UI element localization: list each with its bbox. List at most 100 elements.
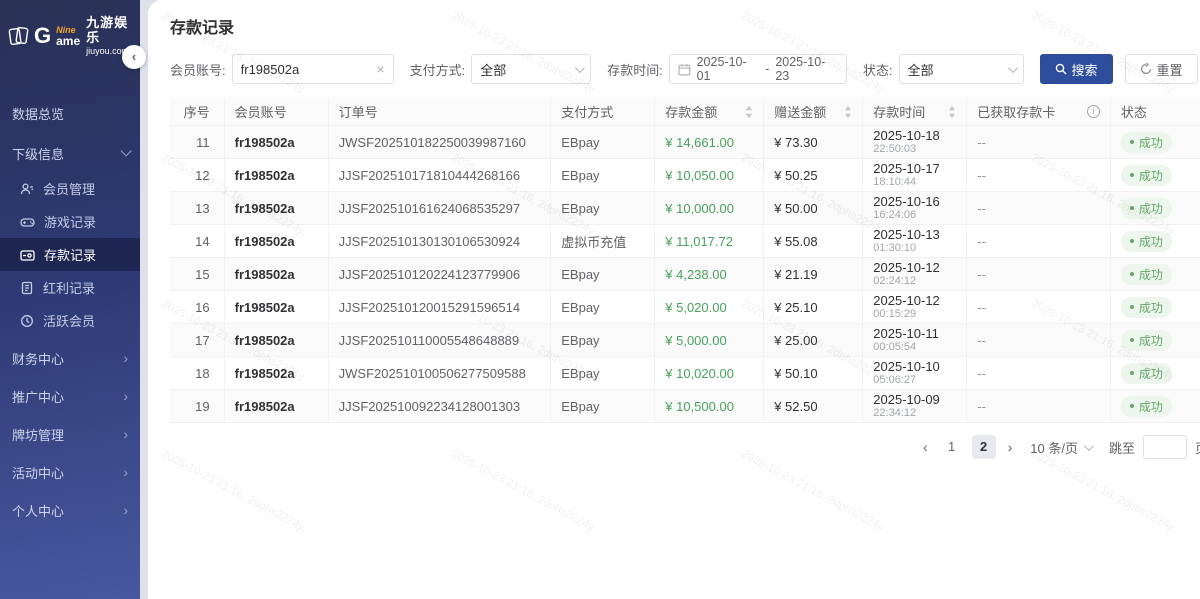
cell-seq: 11 <box>170 126 225 158</box>
cell-deposit-card: -- <box>967 159 1111 191</box>
page-button-2[interactable]: 2 <box>972 435 996 459</box>
sidebar-group-subordinate-info[interactable]: 下级信息 <box>0 134 140 172</box>
sort-icon[interactable] <box>844 106 852 118</box>
prev-page-button[interactable]: ‹ <box>919 439 932 455</box>
cards-icon <box>8 24 30 48</box>
cell-deposit-amount: ¥ 5,020.00 <box>655 291 764 323</box>
table-row[interactable]: 19 fr198502a JJSF202510092234128001303 E… <box>170 390 1200 423</box>
next-page-button[interactable]: › <box>1004 439 1017 455</box>
main-content: 存款记录 会员账号: × 支付方式: 全部 存款时间: 2025-10-01 -… <box>148 0 1200 599</box>
status-text: 成功 <box>1139 365 1163 382</box>
sort-icon[interactable] <box>948 106 956 118</box>
header-account: 会员账号 <box>225 98 329 125</box>
clear-input-icon[interactable]: × <box>372 61 384 77</box>
cell-account: fr198502a <box>225 225 329 257</box>
status-text: 成功 <box>1139 134 1163 151</box>
payment-method-select[interactable]: 全部 <box>471 54 591 84</box>
sidebar-item-paifang-management[interactable]: 牌坊管理 › <box>0 415 140 453</box>
sidebar-item-game-records[interactable]: 游戏记录 <box>0 205 140 238</box>
page-button-1[interactable]: 1 <box>940 435 964 459</box>
info-icon[interactable]: i <box>1087 105 1100 118</box>
header-deposit-amount: 存款金额 <box>655 98 764 125</box>
brand-logo: G Nine ame 九游娱乐 jiuyou.com <box>0 0 140 66</box>
sidebar-item-finance-center[interactable]: 财务中心 › <box>0 339 140 377</box>
cell-date: 2025-10-11 <box>873 326 939 342</box>
sidebar-item-member-management[interactable]: 会员管理 <box>0 172 140 205</box>
sidebar-collapse-button[interactable]: ‹ <box>122 45 146 69</box>
cell-status: 成功 <box>1111 225 1200 257</box>
cell-date: 2025-10-13 <box>873 227 940 243</box>
sidebar-item-bonus-records[interactable]: 红利记录 <box>0 271 140 304</box>
sidebar-item-active-members[interactable]: 活跃会员 <box>0 304 140 337</box>
date-range-picker[interactable]: 2025-10-01 - 2025-10-23 <box>669 54 847 84</box>
header-order: 订单号 <box>329 98 552 125</box>
status-badge: 成功 <box>1121 297 1172 318</box>
search-button[interactable]: 搜索 <box>1040 54 1113 84</box>
header-label: 赠送金额 <box>774 102 826 121</box>
table-row[interactable]: 15 fr198502a JJSF202510120224123779906 E… <box>170 258 1200 291</box>
sidebar-item-label: 个人中心 <box>12 501 123 520</box>
cell-payment: EBpay <box>551 390 655 422</box>
sidebar-item-label: 游戏记录 <box>44 212 96 231</box>
page-size-select[interactable]: 10 条/页 <box>1030 438 1091 457</box>
sidebar-item-personal-center[interactable]: 个人中心 › <box>0 491 140 529</box>
reset-icon <box>1140 63 1152 75</box>
header-label: 已获取存款卡 <box>977 102 1055 121</box>
cell-deposit-card: -- <box>967 126 1111 158</box>
cell-order: JJSF202510171810444268166 <box>329 159 552 191</box>
table-row[interactable]: 12 fr198502a JJSF202510171810444268166 E… <box>170 159 1200 192</box>
status-select[interactable]: 全部 <box>899 54 1024 84</box>
status-text: 成功 <box>1139 332 1163 349</box>
cell-payment: EBpay <box>551 357 655 389</box>
cell-deposit-amount: ¥ 14,661.00 <box>655 126 764 158</box>
user-icon <box>20 182 34 196</box>
status-text: 成功 <box>1139 233 1163 250</box>
cell-bonus-amount: ¥ 50.00 <box>764 192 863 224</box>
search-button-label: 搜索 <box>1072 60 1098 79</box>
cell-account: fr198502a <box>225 258 329 290</box>
header-bonus-amount: 赠送金额 <box>764 98 863 125</box>
cell-deposit-time: 2025-10-1005:06:27 <box>863 357 967 389</box>
cell-payment: EBpay <box>551 192 655 224</box>
chevron-right-icon: › <box>123 502 128 518</box>
cell-payment: EBpay <box>551 126 655 158</box>
cell-time: 01:30:10 <box>873 242 916 255</box>
reset-button[interactable]: 重置 <box>1125 54 1198 84</box>
cell-date: 2025-10-16 <box>873 194 940 210</box>
sort-icon[interactable] <box>745 106 753 118</box>
cell-order: JWSF202510182250039987160 <box>329 126 552 158</box>
table-row[interactable]: 17 fr198502a JJSF202510110005548648889 E… <box>170 324 1200 357</box>
status-dot-icon <box>1130 371 1134 375</box>
cell-account: fr198502a <box>225 357 329 389</box>
calendar-icon <box>678 63 691 76</box>
table-row[interactable]: 18 fr198502a JWSF202510100506277509588 E… <box>170 357 1200 390</box>
cell-status: 成功 <box>1111 357 1200 389</box>
deposit-time-label: 存款时间: <box>607 60 663 79</box>
sidebar: G Nine ame 九游娱乐 jiuyou.com 数据总览 下级信息 会员管… <box>0 0 140 599</box>
cell-deposit-amount: ¥ 11,017.72 <box>655 225 764 257</box>
table-row[interactable]: 14 fr198502a JJSF202510130130106530924 虚… <box>170 225 1200 258</box>
table-row[interactable]: 11 fr198502a JWSF202510182250039987160 E… <box>170 126 1200 159</box>
cell-order: JJSF202510110005548648889 <box>329 324 552 356</box>
table-row[interactable]: 13 fr198502a JJSF202510161624068535297 E… <box>170 192 1200 225</box>
cell-bonus-amount: ¥ 50.25 <box>764 159 863 191</box>
sidebar-item-data-overview[interactable]: 数据总览 <box>0 94 140 132</box>
sidebar-item-deposit-records[interactable]: 存款记录 <box>0 238 140 271</box>
sidebar-item-promotion-center[interactable]: 推广中心 › <box>0 377 140 415</box>
cell-account: fr198502a <box>225 126 329 158</box>
chevron-right-icon: › <box>123 388 128 404</box>
header-label: 存款金额 <box>665 102 717 121</box>
cell-date: 2025-10-12 <box>873 293 940 309</box>
cell-payment: EBpay <box>551 159 655 191</box>
cell-order: JJSF202510130130106530924 <box>329 225 552 257</box>
table-row[interactable]: 16 fr198502a JJSF202510120015291596514 E… <box>170 291 1200 324</box>
cell-bonus-amount: ¥ 25.10 <box>764 291 863 323</box>
pagination: ‹ 1 2 › 10 条/页 跳至 页 <box>170 435 1200 459</box>
status-dot-icon <box>1130 338 1134 342</box>
account-input[interactable] <box>241 62 373 77</box>
status-dot-icon <box>1130 173 1134 177</box>
jump-to-page-input[interactable] <box>1143 435 1187 459</box>
status-text: 成功 <box>1139 200 1163 217</box>
sidebar-item-activity-center[interactable]: 活动中心 › <box>0 453 140 491</box>
cell-account: fr198502a <box>225 324 329 356</box>
